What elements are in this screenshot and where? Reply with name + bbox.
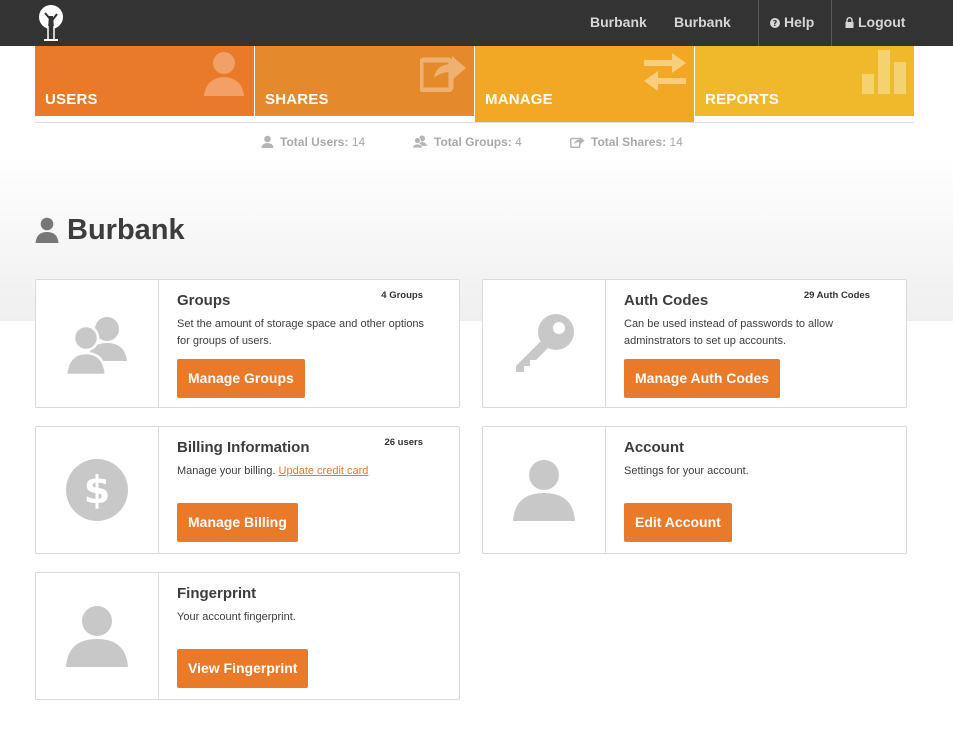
- nav-link-burbank-account[interactable]: Burbank: [674, 0, 731, 46]
- card-fingerprint-icon-col: [36, 573, 159, 699]
- lock-icon: [845, 1, 854, 45]
- card-auth-description: Can be used instead of passwords to allo…: [624, 318, 834, 347]
- stat-groups-value: 4: [515, 135, 522, 149]
- users-group-icon: [65, 316, 127, 375]
- manage-groups-button[interactable]: Manage Groups: [177, 359, 305, 398]
- tree-logo-icon[interactable]: [36, 4, 66, 42]
- card-fingerprint-description: Your account fingerprint.: [177, 611, 296, 623]
- users-group-icon: [412, 135, 427, 149]
- top-navbar: Burbank Burbank ? Help Logout: [0, 0, 953, 46]
- svg-text:$: $: [84, 468, 110, 512]
- share-icon: [418, 54, 468, 96]
- tile-shares[interactable]: SHARES: [255, 46, 474, 116]
- arrows-exchange-icon: [642, 50, 688, 96]
- billing-description-text: Manage your billing.: [177, 465, 276, 477]
- tile-reports[interactable]: REPORTS: [695, 46, 914, 116]
- help-label: Help: [784, 14, 815, 30]
- user-icon: [202, 50, 246, 100]
- card-account-icon-col: [483, 427, 606, 553]
- user-icon: [261, 135, 274, 148]
- key-icon: [516, 313, 574, 372]
- stat-groups-label: Total Groups:: [434, 135, 512, 149]
- user-icon: [35, 217, 59, 243]
- tile-divider: [35, 122, 914, 123]
- user-icon: [66, 606, 128, 667]
- nav-divider: [831, 0, 832, 46]
- card-auth-icon-col: [483, 280, 606, 407]
- view-fingerprint-button[interactable]: View Fingerprint: [177, 649, 309, 688]
- card-auth-title: Auth Codes: [624, 292, 709, 309]
- question-circle-icon: ?: [770, 1, 780, 45]
- card-billing-icon-col: $: [36, 427, 159, 553]
- card-account: Account Settings for your account. Edit …: [482, 426, 907, 554]
- logout-label: Logout: [858, 14, 906, 30]
- stat-users-value: 14: [351, 135, 366, 149]
- page-title-text: Burbank: [67, 213, 185, 246]
- user-icon: [513, 460, 575, 521]
- stat-shares-label: Total Shares:: [591, 135, 667, 149]
- card-auth-count: 29 Auth Codes: [803, 290, 870, 301]
- card-account-title: Account: [624, 439, 684, 456]
- manage-billing-button[interactable]: Manage Billing: [177, 503, 298, 542]
- nav-link-burbank[interactable]: Burbank: [590, 0, 647, 46]
- svg-text:?: ?: [773, 19, 778, 28]
- stat-total-groups: Total Groups: 4: [412, 134, 522, 150]
- manage-auth-codes-button[interactable]: Manage Auth Codes: [624, 359, 781, 398]
- card-billing: $ Billing Information 26 users Manage yo…: [35, 426, 460, 554]
- tile-users[interactable]: USERS: [35, 46, 254, 116]
- card-fingerprint-title: Fingerprint: [177, 585, 257, 602]
- tile-reports-label: REPORTS: [705, 91, 779, 108]
- card-fingerprint: Fingerprint Your account fingerprint. Vi…: [35, 572, 460, 700]
- tile-manage[interactable]: MANAGE: [475, 46, 694, 123]
- stat-total-users: Total Users: 14: [261, 134, 365, 150]
- card-groups: Groups 4 Groups Set the amount of storag…: [35, 279, 460, 408]
- tile-manage-label: MANAGE: [485, 91, 553, 108]
- update-credit-card-link[interactable]: Update credit card: [279, 465, 369, 477]
- bar-chart-icon: [860, 48, 910, 98]
- tile-shares-label: SHARES: [265, 91, 329, 108]
- logout-link[interactable]: Logout: [845, 0, 905, 46]
- card-billing-count: 26 users: [384, 437, 423, 448]
- help-link[interactable]: ? Help: [770, 0, 814, 46]
- stat-total-shares: Total Shares: 14: [570, 134, 683, 150]
- card-groups-icon-col: [36, 280, 159, 407]
- card-account-description: Settings for your account.: [624, 465, 749, 477]
- stat-shares-value: 14: [669, 135, 683, 149]
- dollar-circle-icon: $: [66, 459, 128, 521]
- card-groups-title: Groups: [177, 292, 231, 309]
- card-billing-description: Manage your billing. Update credit card: [177, 463, 437, 480]
- card-billing-title: Billing Information: [177, 439, 310, 456]
- card-groups-count: 4 Groups: [381, 290, 423, 301]
- stat-users-label: Total Users:: [280, 135, 349, 149]
- page-title: Burbank: [35, 212, 185, 248]
- tile-users-label: USERS: [45, 91, 98, 108]
- edit-account-button[interactable]: Edit Account: [624, 503, 732, 542]
- nav-divider: [758, 0, 759, 46]
- card-auth-codes: Auth Codes 29 Auth Codes Can be used ins…: [482, 279, 907, 408]
- card-groups-description: Set the amount of storage space and othe…: [177, 318, 425, 347]
- share-icon: [570, 137, 585, 148]
